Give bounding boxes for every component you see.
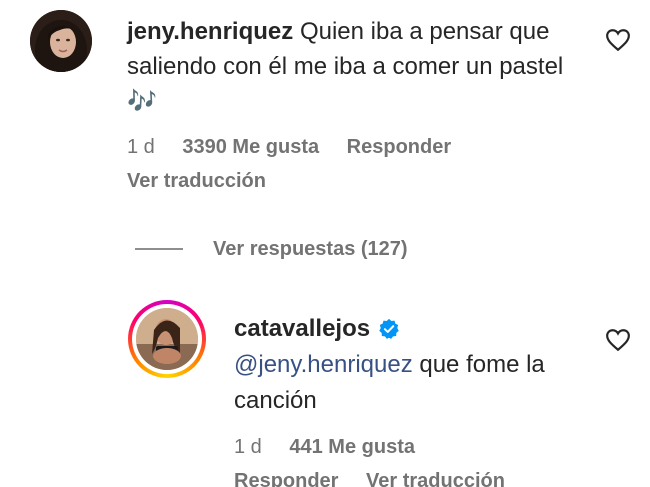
- story-ring[interactable]: [128, 300, 206, 378]
- comment-translate-row: Ver traducción: [127, 170, 288, 193]
- reply-button[interactable]: Responder: [234, 470, 338, 487]
- reply-likes[interactable]: 441 Me gusta: [289, 436, 415, 458]
- reply-meta: 1 d 441 Me gusta: [234, 436, 437, 459]
- verified-badge-icon: [379, 318, 399, 339]
- music-notes-emoji: 🎶: [127, 88, 157, 115]
- reply-body: catavallejos @jeny.henriquez que fome la…: [234, 311, 614, 419]
- heart-outline-icon[interactable]: [605, 28, 631, 52]
- avatar-photo-icon: [136, 308, 198, 370]
- comment-time: 1 d: [127, 136, 155, 158]
- reply-text: @jeny.henriquez que fome la canción: [234, 347, 614, 419]
- reply-mention[interactable]: @jeny.henriquez: [234, 351, 413, 378]
- avatar-photo-icon: [30, 10, 92, 72]
- see-translation-button[interactable]: Ver traducción: [366, 470, 505, 487]
- reply-username[interactable]: catavallejos: [234, 311, 370, 347]
- reply-time: 1 d: [234, 436, 262, 458]
- view-replies-button[interactable]: Ver respuestas (127): [135, 234, 408, 264]
- see-translation-button[interactable]: Ver traducción: [127, 170, 266, 192]
- comment-item: jeny.henriquez Quien iba a pensar que sa…: [0, 0, 650, 200]
- reply-actions-row: Responder Ver traducción: [234, 470, 527, 487]
- story-ring-gap: [132, 304, 202, 374]
- comment-likes[interactable]: 3390 Me gusta: [182, 136, 319, 158]
- comment-username[interactable]: jeny.henriquez: [127, 18, 293, 45]
- avatar[interactable]: [136, 308, 198, 370]
- avatar[interactable]: [30, 10, 92, 72]
- comment-meta: 1 d 3390 Me gusta Responder: [127, 136, 473, 159]
- view-replies-label: Ver respuestas (127): [213, 237, 408, 260]
- comment-body: jeny.henriquez Quien iba a pensar que sa…: [127, 14, 587, 119]
- heart-outline-icon[interactable]: [605, 328, 631, 352]
- comments-view: jeny.henriquez Quien iba a pensar que sa…: [0, 0, 650, 487]
- reply-button[interactable]: Responder: [347, 136, 451, 158]
- reply-header: catavallejos: [234, 311, 614, 347]
- divider-line: [135, 248, 183, 250]
